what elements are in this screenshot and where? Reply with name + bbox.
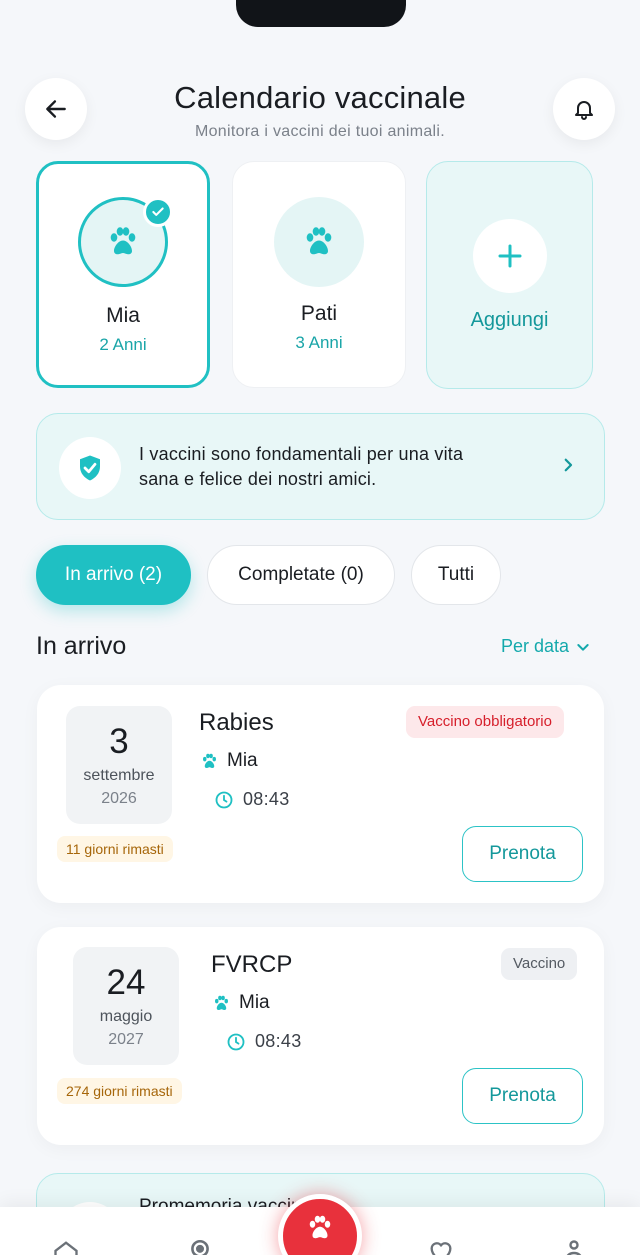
pet-age: 3 Anni [295, 333, 343, 352]
paw-icon [203, 753, 216, 768]
days-left-badge: 11 giorni rimasti [57, 836, 173, 862]
tab-completed[interactable]: Completate (0) [207, 545, 395, 605]
plus-icon [498, 244, 521, 268]
info-line-1: I vaccini sono fondamentali per una vita [139, 444, 464, 464]
vaccine-name: Rabies [199, 709, 274, 736]
vaccine-type-badge: Vaccino [501, 948, 578, 980]
home-icon[interactable] [52, 1238, 80, 1255]
selected-check-badge [143, 197, 173, 227]
tab-upcoming[interactable]: In arrivo (2) [36, 545, 191, 605]
page-subtitle: Monitora i vaccini dei tuoi animali. [194, 123, 446, 140]
pet-name: Pati [300, 302, 338, 325]
date-year: 2026 [101, 790, 137, 807]
info-text: I vaccini sono fondamentali per una vita… [139, 442, 539, 492]
vaccine-info-banner[interactable]: I vaccini sono fondamentali per una vita… [36, 413, 605, 520]
pet-avatar [274, 197, 364, 287]
vaccine-time: 08:43 [214, 789, 290, 810]
vaccine-card[interactable]: 3 settembre 2026 11 giorni rimasti Rabie… [37, 685, 604, 903]
date-day: 24 [106, 963, 146, 1002]
date-month: settembre [83, 767, 155, 784]
pet-card-mia[interactable]: Mia 2 Anni [36, 161, 210, 388]
time-value: 08:43 [243, 789, 290, 809]
paw-icon [309, 1215, 331, 1239]
sort-label: Per data [501, 636, 570, 656]
clock-icon [215, 791, 233, 808]
add-circle [472, 219, 547, 293]
add-pet-card[interactable]: Aggiungi [426, 161, 593, 389]
check-icon [152, 207, 164, 216]
heart-icon[interactable] [425, 1238, 457, 1255]
paw-icon [306, 227, 332, 255]
section-title: In arrivo [36, 632, 127, 660]
vaccine-name: FVRCP [211, 951, 293, 978]
pet-age: 2 Anni [99, 335, 147, 354]
date-box: 24 maggio 2027 [73, 947, 179, 1065]
paw-icon [110, 227, 136, 255]
required-badge: Vaccino obbligatorio [406, 706, 564, 738]
page-title: Calendario vaccinale [174, 80, 466, 115]
days-left-badge: 274 giorni rimasti [57, 1078, 182, 1104]
tab-all[interactable]: Tutti [411, 545, 501, 605]
profile-icon[interactable] [562, 1238, 586, 1255]
time-value: 08:43 [255, 1031, 302, 1051]
bell-icon [575, 101, 593, 120]
vaccine-card[interactable]: 24 maggio 2027 274 giorni rimasti FVRCP … [37, 927, 604, 1145]
date-box: 3 settembre 2026 [66, 706, 172, 824]
date-month: maggio [99, 1008, 153, 1025]
info-line-2: sana e felice dei nostri amici. [139, 469, 377, 489]
vaccine-time: 08:43 [226, 1031, 302, 1052]
book-button[interactable]: Prenota [462, 826, 583, 882]
vaccine-pet: Mia [212, 992, 270, 1014]
location-icon[interactable] [187, 1238, 213, 1255]
chevron-right-icon [564, 458, 573, 472]
pet-name: Mia [106, 304, 140, 327]
add-pet-label: Aggiungi [470, 309, 549, 331]
chevron-down-icon [577, 643, 589, 651]
shield-check-icon [80, 455, 100, 481]
pet-card-pati[interactable]: Pati 3 Anni [232, 161, 406, 388]
date-day: 3 [109, 722, 129, 761]
shield-icon-wrap [59, 437, 121, 499]
sort-dropdown[interactable]: Per data [501, 636, 591, 657]
book-button[interactable]: Prenota [462, 1068, 583, 1124]
vaccine-pet: Mia [200, 750, 258, 772]
paw-icon [215, 995, 228, 1010]
pet-name: Mia [227, 750, 258, 771]
date-year: 2027 [108, 1031, 144, 1048]
clock-icon [227, 1033, 245, 1050]
device-notch [236, 0, 406, 27]
notifications-button[interactable] [553, 78, 615, 140]
pet-name: Mia [239, 992, 270, 1013]
